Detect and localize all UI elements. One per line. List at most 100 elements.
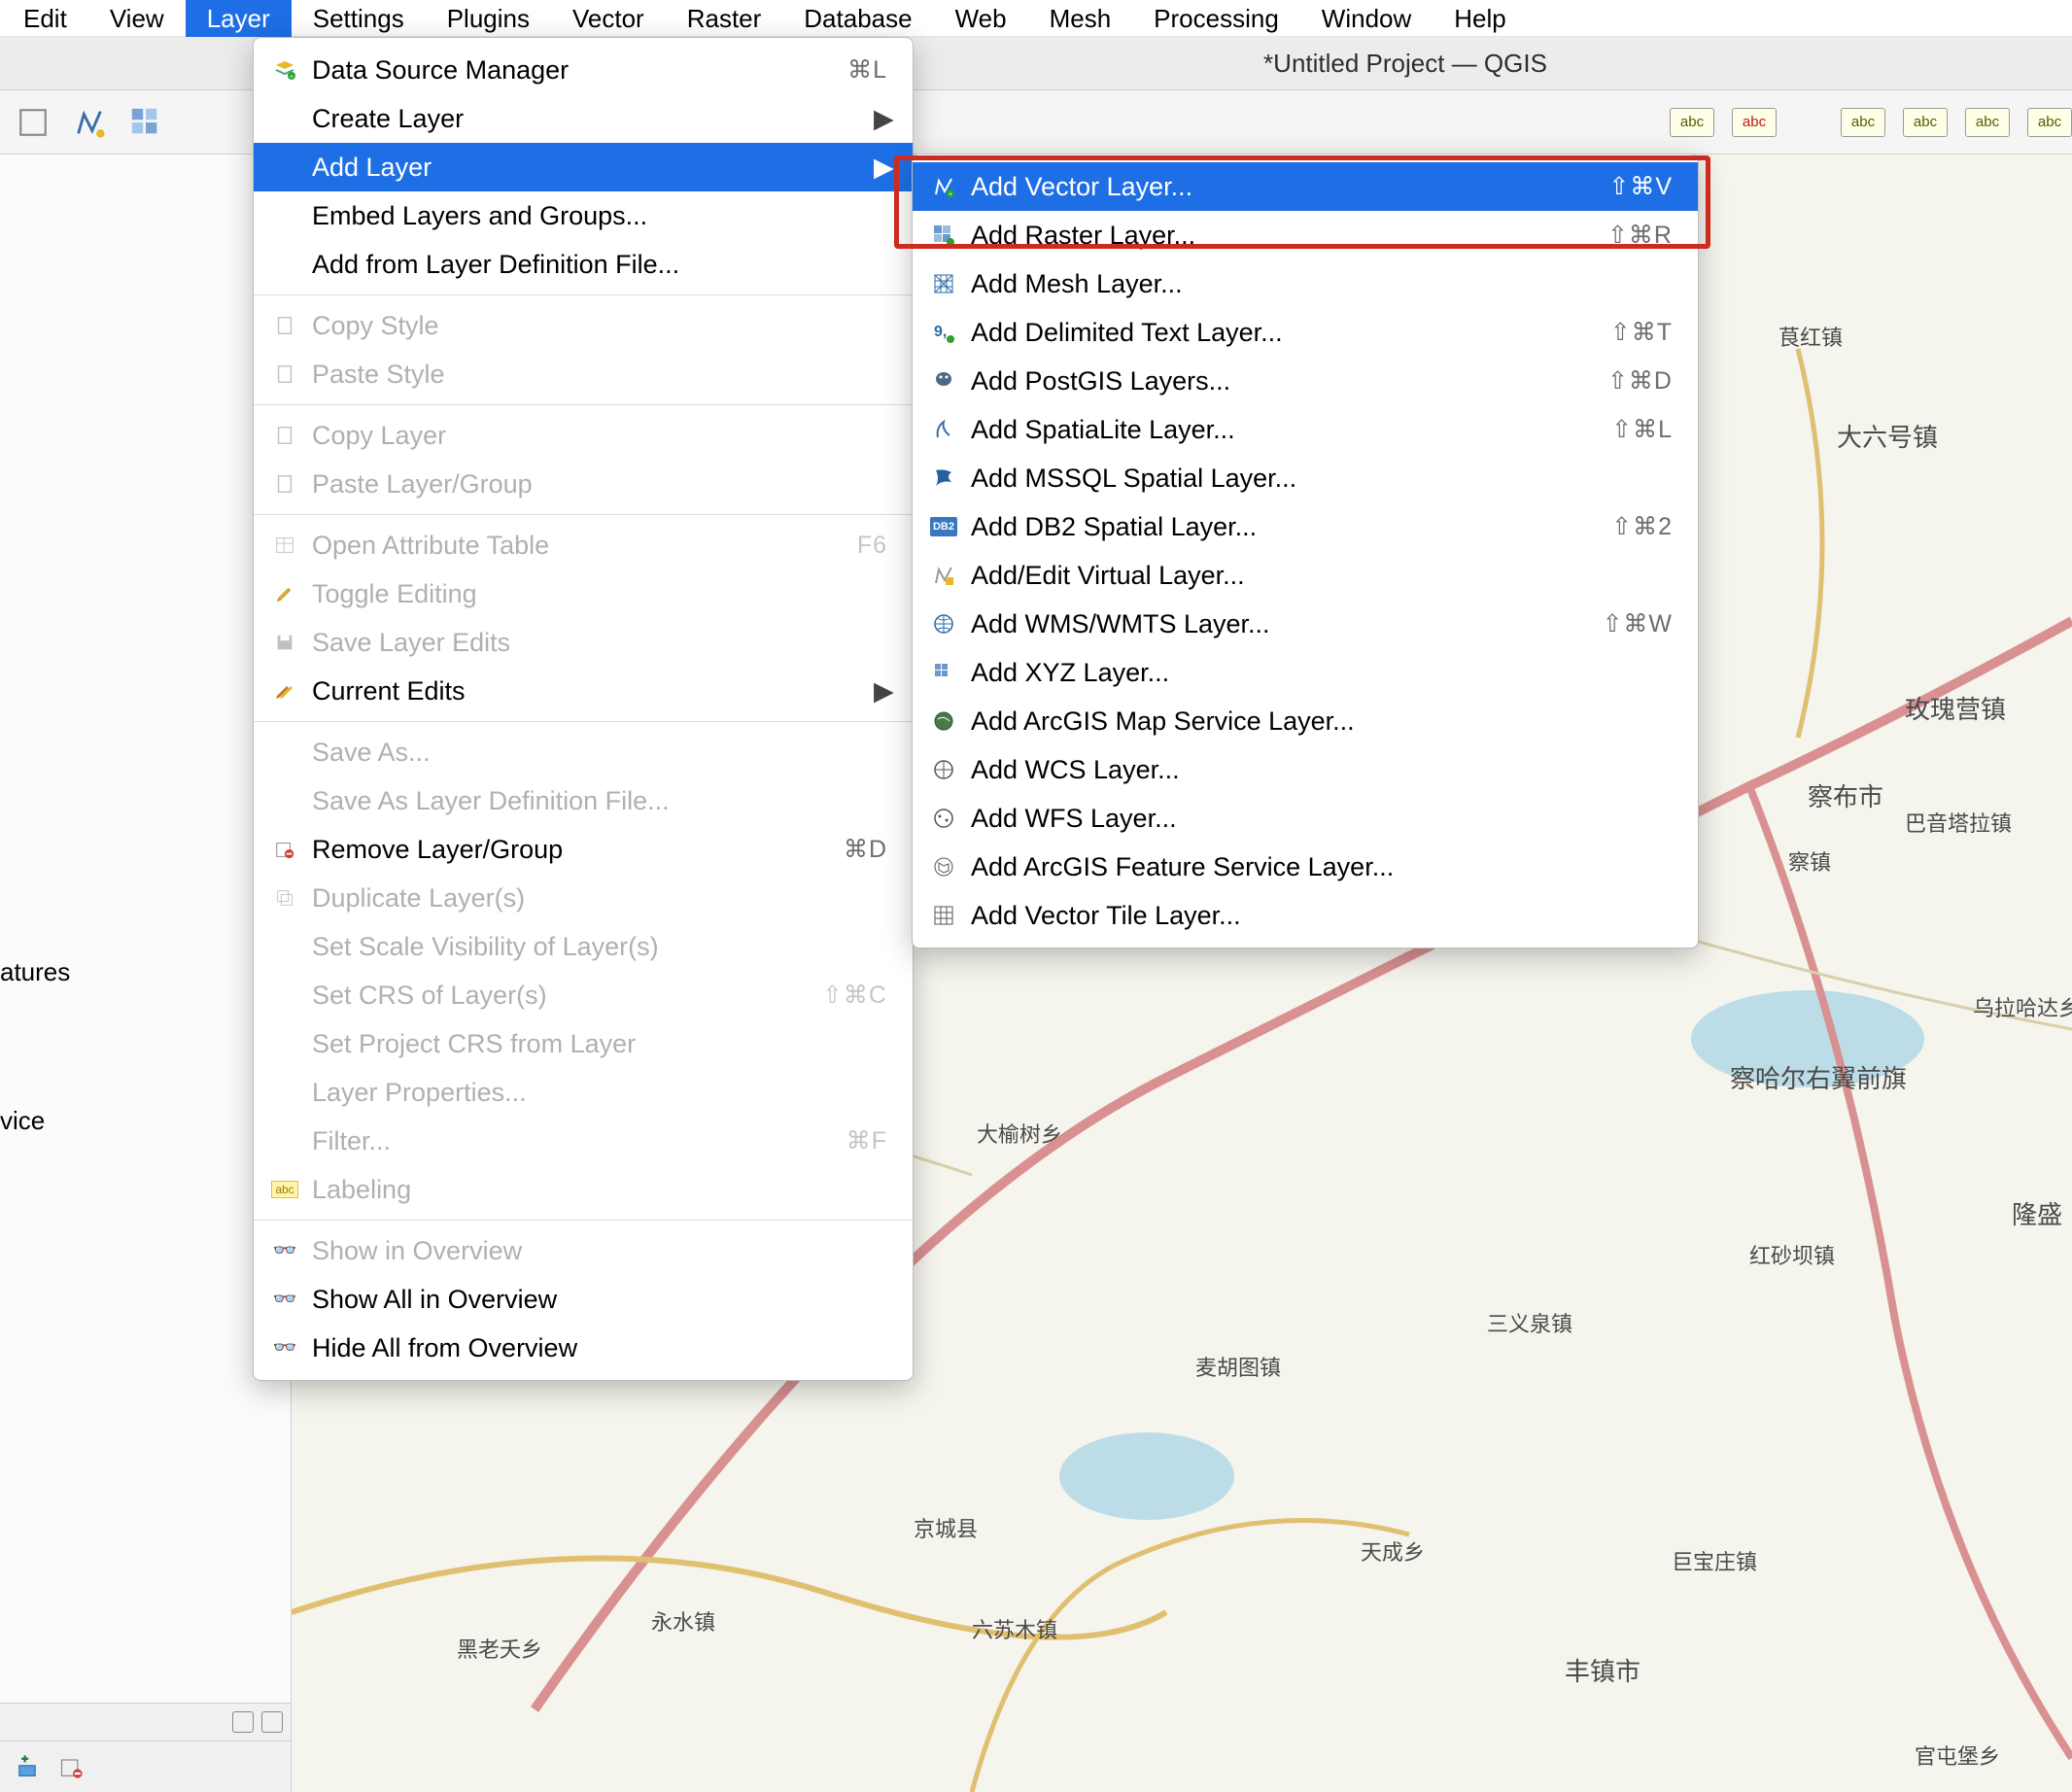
submenu-item-add-vector-layer[interactable]: +Add Vector Layer...⇧⌘V (913, 162, 1698, 211)
menu-separator (254, 294, 913, 295)
map-label: 京城县 (914, 1512, 978, 1543)
submenu-item-add-arcgis-map-service-layer[interactable]: Add ArcGIS Map Service Layer... (913, 697, 1698, 745)
menu-item-add-from-layer-definition-file[interactable]: Add from Layer Definition File... (254, 240, 913, 289)
chevron-right-icon: ▶ (874, 676, 887, 706)
menu-item-label: Paste Style (312, 360, 887, 390)
menu-item-label: Save Layer Edits (312, 628, 887, 658)
menu-item-open-attribute-table: Open Attribute TableF6 (254, 521, 913, 569)
blank-icon (271, 1127, 298, 1154)
menu-database[interactable]: Database (782, 0, 933, 37)
menu-item-embed-layers-and-groups[interactable]: Embed Layers and Groups... (254, 191, 913, 240)
glasses-icon: 👓 (271, 1286, 298, 1313)
remove-layer-icon[interactable] (58, 1753, 86, 1780)
menu-item-label: Show All in Overview (312, 1285, 887, 1315)
menu-item-copy-style: Copy Style (254, 301, 913, 350)
menu-item-labeling: abcLabeling (254, 1165, 913, 1214)
vector-icon: + (930, 173, 957, 200)
toolbar-unknown-icon[interactable] (14, 103, 52, 142)
submenu-item-add-mesh-layer[interactable]: Add Mesh Layer... (913, 259, 1698, 308)
chevron-right-icon: ▶ (874, 104, 887, 134)
submenu-item-label: Add DB2 Spatial Layer... (971, 512, 1559, 542)
submenu-item-add-arcgis-feature-service-layer[interactable]: Add ArcGIS Feature Service Layer... (913, 843, 1698, 891)
submenu-item-add-wfs-layer[interactable]: Add WFS Layer... (913, 794, 1698, 843)
menu-item-create-layer[interactable]: Create Layer▶ (254, 94, 913, 143)
blank-icon (271, 202, 298, 229)
submenu-item-add-db2-spatial-layer[interactable]: DB2Add DB2 Spatial Layer...⇧⌘2 (913, 502, 1698, 551)
toolbar-raster-icon[interactable] (126, 103, 165, 142)
dup-icon (271, 884, 298, 912)
abc-icon: abc (271, 1176, 298, 1203)
menu-item-copy-layer: Copy Layer (254, 411, 913, 460)
menu-item-hide-all-from-overview[interactable]: 👓Hide All from Overview (254, 1324, 913, 1372)
submenu-item-label: Add PostGIS Layers... (971, 366, 1555, 396)
csv-icon: 9, (930, 319, 957, 346)
submenu-item-add-spatialite-layer[interactable]: Add SpatiaLite Layer...⇧⌘L (913, 405, 1698, 454)
menu-item-label: Embed Layers and Groups... (312, 201, 887, 231)
menu-raster[interactable]: Raster (666, 0, 783, 37)
toolbar-abc-icon[interactable]: abc (1965, 108, 2010, 137)
menu-mesh[interactable]: Mesh (1028, 0, 1133, 37)
menu-item-show-in-overview: 👓Show in Overview (254, 1226, 913, 1275)
menu-window[interactable]: Window (1300, 0, 1433, 37)
menu-item-set-project-crs-from-layer: Set Project CRS from Layer (254, 1019, 913, 1068)
toolbar-abc-icon[interactable]: abc (1903, 108, 1948, 137)
menu-item-data-source-manager[interactable]: +Data Source Manager⌘L (254, 46, 913, 94)
panel-truncated-text: atures (0, 951, 291, 993)
menu-processing[interactable]: Processing (1132, 0, 1300, 37)
submenu-item-label: Add/Edit Virtual Layer... (971, 561, 1673, 591)
submenu-item-add-edit-virtual-layer[interactable]: Add/Edit Virtual Layer... (913, 551, 1698, 600)
toolbar-abc-icon[interactable]: abc (2027, 108, 2072, 137)
menu-item-paste-layer-group: Paste Layer/Group (254, 460, 913, 508)
layer-menu: +Data Source Manager⌘LCreate Layer▶Add L… (253, 37, 914, 1381)
chevron-right-icon: ▶ (874, 153, 887, 183)
menu-item-current-edits[interactable]: Current Edits ▶ (254, 667, 913, 715)
menu-help[interactable]: Help (1433, 0, 1527, 37)
toolbar-abc-icon[interactable]: abc (1732, 108, 1777, 137)
add-layer-icon[interactable] (14, 1753, 41, 1780)
menu-item-label: Save As... (312, 738, 887, 768)
menu-vector[interactable]: Vector (551, 0, 666, 37)
submenu-item-add-delimited-text-layer[interactable]: 9,Add Delimited Text Layer...⇧⌘T (913, 308, 1698, 357)
submenu-item-add-postgis-layers[interactable]: Add PostGIS Layers...⇧⌘D (913, 357, 1698, 405)
panel-control-icon[interactable] (261, 1711, 283, 1733)
map-label: 玫瑰营镇 (1905, 690, 2006, 726)
arcgis-feat-icon (930, 853, 957, 880)
map-label: 察布市 (1808, 777, 1883, 813)
menu-view[interactable]: View (88, 0, 186, 37)
menu-item-layer-properties: Layer Properties... (254, 1068, 913, 1117)
menu-item-label: Add from Layer Definition File... (312, 250, 887, 280)
toolbar-vector-icon[interactable] (70, 103, 109, 142)
menu-item-show-all-in-overview[interactable]: 👓 Show All in Overview (254, 1275, 913, 1324)
blank-icon (271, 787, 298, 814)
menu-item-label: Data Source Manager (312, 55, 795, 86)
doc-icon (271, 312, 298, 339)
menu-layer[interactable]: Layer (186, 0, 292, 37)
menu-shortcut: ⌘D (844, 835, 887, 864)
menu-settings[interactable]: Settings (292, 0, 426, 37)
toolbar-abc-icon[interactable]: abc (1841, 108, 1885, 137)
submenu-item-label: Add Raster Layer... (971, 221, 1555, 251)
toolbar-abc-icon[interactable]: abc (1670, 108, 1714, 137)
blank-icon (271, 982, 298, 1009)
map-label: 乌拉哈达乡 (1973, 991, 2072, 1022)
submenu-shortcut: ⇧⌘R (1607, 221, 1673, 250)
submenu-item-add-mssql-spatial-layer[interactable]: Add MSSQL Spatial Layer... (913, 454, 1698, 502)
menu-web[interactable]: Web (934, 0, 1028, 37)
menu-item-remove-layer-group[interactable]: Remove Layer/Group⌘D (254, 825, 913, 874)
menu-item-label: Duplicate Layer(s) (312, 883, 887, 913)
submenu-item-add-wms-wmts-layer[interactable]: Add WMS/WMTS Layer...⇧⌘W (913, 600, 1698, 648)
blank-icon (271, 1079, 298, 1106)
submenu-item-add-raster-layer[interactable]: Add Raster Layer... ⇧⌘R (913, 211, 1698, 259)
panel-control-icon[interactable] (232, 1711, 254, 1733)
blank-icon (271, 739, 298, 766)
window-title: *Untitled Project — QGIS (1263, 49, 1547, 79)
menu-item-add-layer[interactable]: Add Layer▶ (254, 143, 913, 191)
submenu-item-add-xyz-layer[interactable]: Add XYZ Layer... (913, 648, 1698, 697)
raster-icon (930, 222, 957, 249)
submenu-item-add-wcs-layer[interactable]: Add WCS Layer... (913, 745, 1698, 794)
menu-plugins[interactable]: Plugins (426, 0, 551, 37)
submenu-item-add-vector-tile-layer[interactable]: Add Vector Tile Layer... (913, 891, 1698, 940)
db2-icon: DB2 (930, 513, 957, 540)
menu-edit[interactable]: Edit (2, 0, 88, 37)
menu-item-label: Current Edits (312, 676, 860, 706)
